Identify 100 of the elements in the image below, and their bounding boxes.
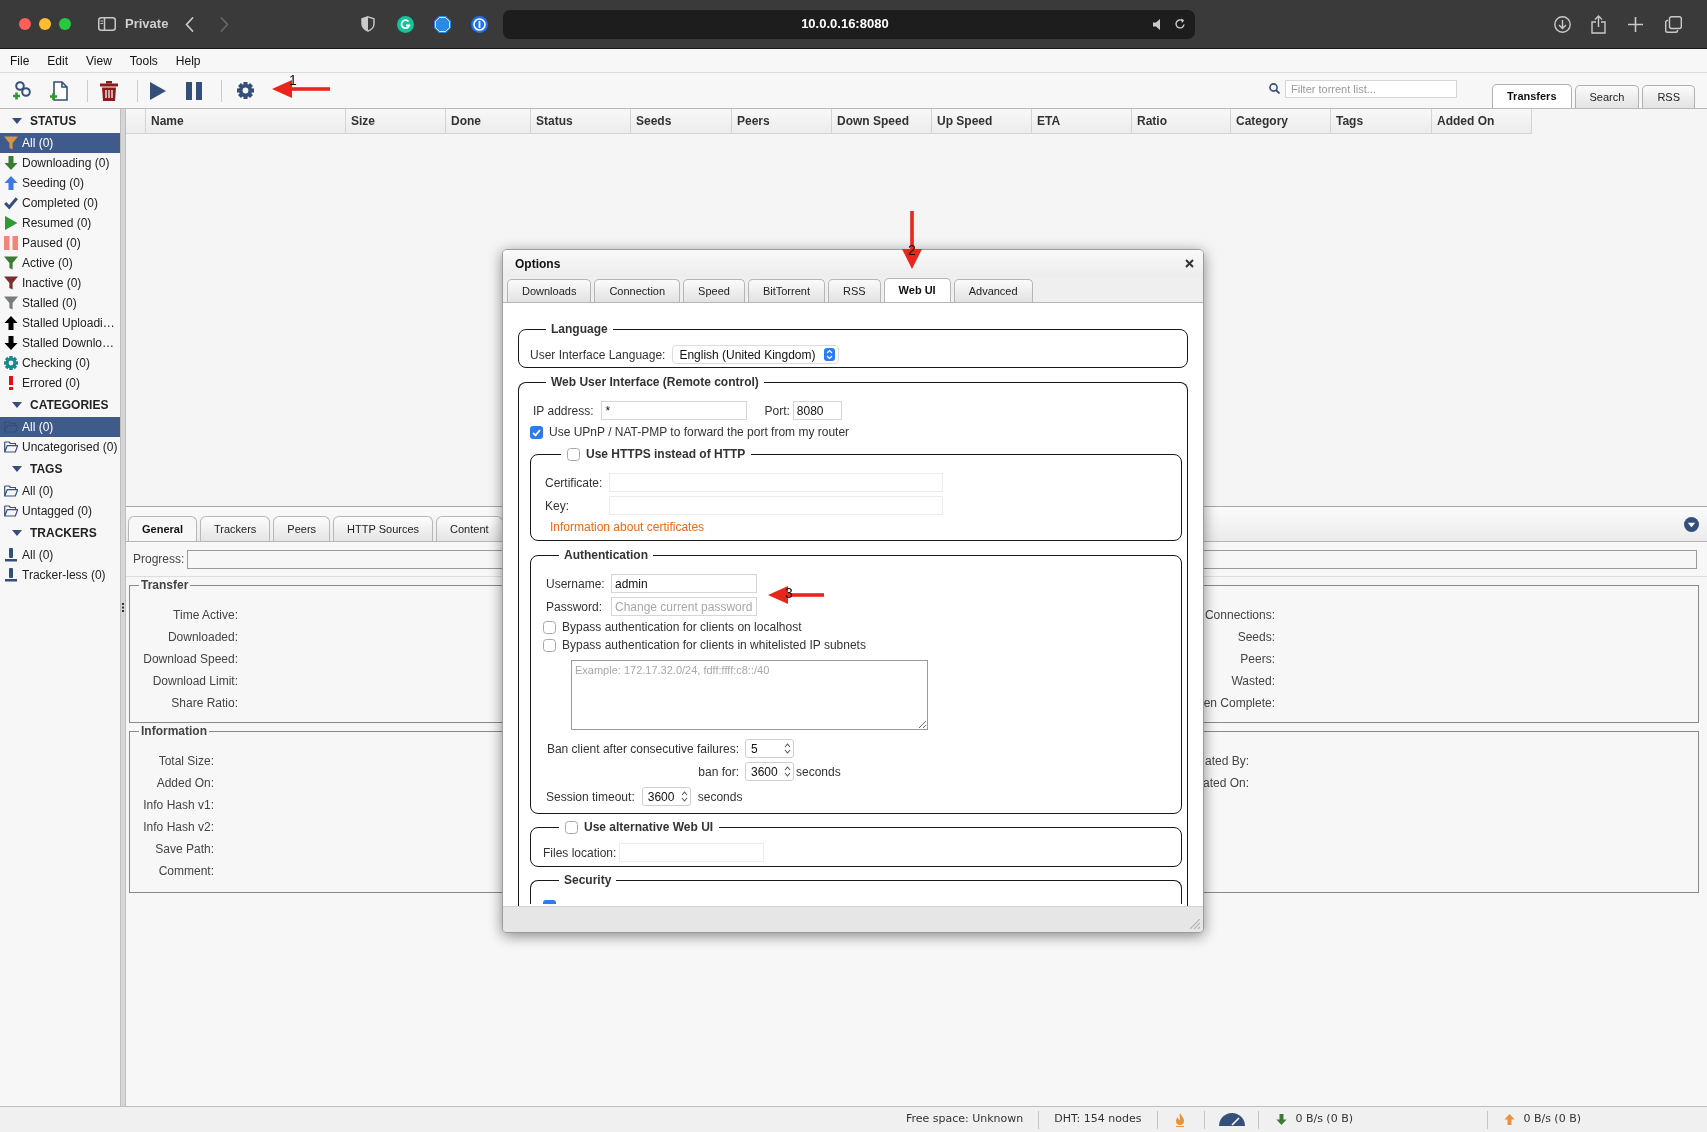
sidebar-icon[interactable]	[98, 17, 116, 31]
document-plus-icon[interactable]	[49, 80, 69, 101]
spinner-icon[interactable]	[784, 743, 791, 754]
sidebar-item[interactable]: Errored (0)	[0, 373, 120, 393]
sidebar-item[interactable]: Stalled Uploadi…	[0, 313, 120, 333]
extension-icon[interactable]	[397, 15, 415, 33]
shield-icon[interactable]	[361, 16, 376, 32]
minimize-button[interactable]	[39, 18, 51, 30]
column-header[interactable]: Down Speed	[832, 109, 932, 134]
tab[interactable]: General	[128, 516, 197, 541]
gauge-icon[interactable]	[1219, 1113, 1246, 1126]
caret-icon[interactable]	[12, 464, 22, 474]
extension-icon[interactable]	[471, 15, 489, 33]
sidebar-item[interactable]: Seeding (0)	[0, 173, 120, 193]
tab[interactable]: Web UI	[883, 278, 951, 302]
tab[interactable]: Trackers	[199, 516, 271, 541]
caret-icon[interactable]	[12, 400, 22, 410]
zoom-button[interactable]	[59, 18, 71, 30]
close-icon[interactable]	[1185, 259, 1194, 268]
section-header[interactable]: TAGS	[0, 457, 120, 481]
view-tab[interactable]: Search	[1574, 85, 1640, 108]
menu-item[interactable]: Tools	[120, 51, 167, 70]
checkbox[interactable]	[567, 447, 580, 461]
chain-plus-icon[interactable]	[12, 80, 32, 101]
column-header[interactable]: Tags	[1331, 109, 1432, 134]
spinner-icon[interactable]	[784, 766, 791, 777]
column-header[interactable]: Up Speed	[932, 109, 1032, 134]
close-button[interactable]	[19, 18, 31, 30]
menu-item[interactable]: Edit	[38, 51, 78, 70]
sidebar-item[interactable]: Resumed (0)	[0, 213, 120, 233]
tab[interactable]: Content	[436, 516, 503, 541]
password-field[interactable]: Change current password	[611, 597, 757, 616]
back-icon[interactable]	[185, 16, 195, 32]
sidebar-item[interactable]: Stalled Downlo…	[0, 333, 120, 353]
settings-icon[interactable]	[237, 82, 254, 99]
sidebar-item[interactable]: All (0)	[0, 481, 120, 501]
sidebar-item[interactable]: Downloading (0)	[0, 153, 120, 173]
view-tab[interactable]: RSS	[1642, 85, 1695, 108]
sidebar-item[interactable]: Tracker-less (0)	[0, 565, 120, 585]
number-field[interactable]: 5	[745, 739, 794, 758]
checkbox[interactable]	[543, 620, 556, 634]
reload-icon[interactable]	[1174, 18, 1187, 30]
sidebar-item[interactable]: Paused (0)	[0, 233, 120, 253]
tab[interactable]: Peers	[273, 516, 331, 541]
column-header[interactable]: ETA	[1032, 109, 1132, 134]
number-field[interactable]: 3600	[745, 762, 794, 781]
column-header[interactable]: Done	[446, 109, 531, 134]
collapse-icon[interactable]	[1684, 516, 1699, 532]
port-field[interactable]: 8080	[792, 401, 842, 420]
column-header[interactable]: Category	[1231, 109, 1331, 134]
tab[interactable]: BitTorrent	[747, 279, 825, 302]
checkbox[interactable]	[543, 900, 556, 904]
sidebar-item[interactable]: Checking (0)	[0, 353, 120, 373]
stepper-icon[interactable]	[823, 348, 835, 361]
caret-icon[interactable]	[12, 528, 22, 538]
download-icon[interactable]	[1554, 15, 1572, 33]
column-header[interactable]: Name	[146, 109, 346, 134]
column-header[interactable]: Seeds	[631, 109, 732, 134]
sidebar-item[interactable]: Active (0)	[0, 253, 120, 273]
ip-address-field[interactable]: *	[601, 401, 748, 420]
search-field[interactable]: Filter torrent list...	[1285, 79, 1457, 98]
column-header[interactable]: Ratio	[1132, 109, 1231, 134]
address-field[interactable]: 10.0.0.16:8080	[503, 9, 1196, 39]
number-field[interactable]: 3600	[641, 787, 691, 806]
section-header[interactable]: STATUS	[0, 109, 120, 133]
sidebar-item[interactable]: Stalled (0)	[0, 293, 120, 313]
sidebar-item[interactable]: All (0)	[0, 545, 120, 565]
column-header[interactable]: Status	[531, 109, 631, 134]
pause-icon[interactable]	[186, 81, 202, 100]
username-field[interactable]: admin	[611, 574, 757, 593]
extension-icon[interactable]	[434, 15, 452, 33]
tabs-icon[interactable]	[1665, 15, 1683, 33]
view-tab[interactable]: Transfers	[1492, 84, 1572, 108]
resize-grip-icon[interactable]	[1190, 919, 1200, 929]
sidebar-item[interactable]: Uncategorised (0)	[0, 437, 120, 457]
tab[interactable]: Speed	[683, 279, 745, 302]
language-select[interactable]: English (United Kingdom)	[672, 345, 839, 364]
caret-icon[interactable]	[12, 116, 22, 126]
column-header[interactable]: Size	[346, 109, 446, 134]
trash-icon[interactable]	[100, 80, 118, 101]
tab[interactable]: RSS	[827, 279, 881, 302]
section-header[interactable]: CATEGORIES	[0, 393, 120, 417]
menu-item[interactable]: Help	[166, 51, 210, 70]
menu-item[interactable]: File	[1, 51, 39, 70]
plus-icon[interactable]	[1628, 16, 1644, 32]
play-icon[interactable]	[150, 81, 166, 100]
checkbox[interactable]	[543, 638, 556, 652]
spinner-icon[interactable]	[680, 791, 688, 802]
column-header[interactable]: Peers	[732, 109, 832, 134]
tab[interactable]: Connection	[594, 279, 681, 302]
share-icon[interactable]	[1591, 14, 1607, 34]
sidebar-item[interactable]: All (0)	[0, 133, 120, 153]
sidebar-item[interactable]: Untagged (0)	[0, 501, 120, 521]
tab[interactable]: Downloads	[507, 279, 592, 302]
tab[interactable]: HTTP Sources	[333, 516, 434, 541]
sidebar-item[interactable]: Completed (0)	[0, 193, 120, 213]
section-header[interactable]: TRACKERS	[0, 521, 120, 545]
tab[interactable]: Advanced	[953, 279, 1033, 302]
checkbox[interactable]	[530, 425, 543, 439]
sidebar-item[interactable]: All (0)	[0, 417, 120, 437]
